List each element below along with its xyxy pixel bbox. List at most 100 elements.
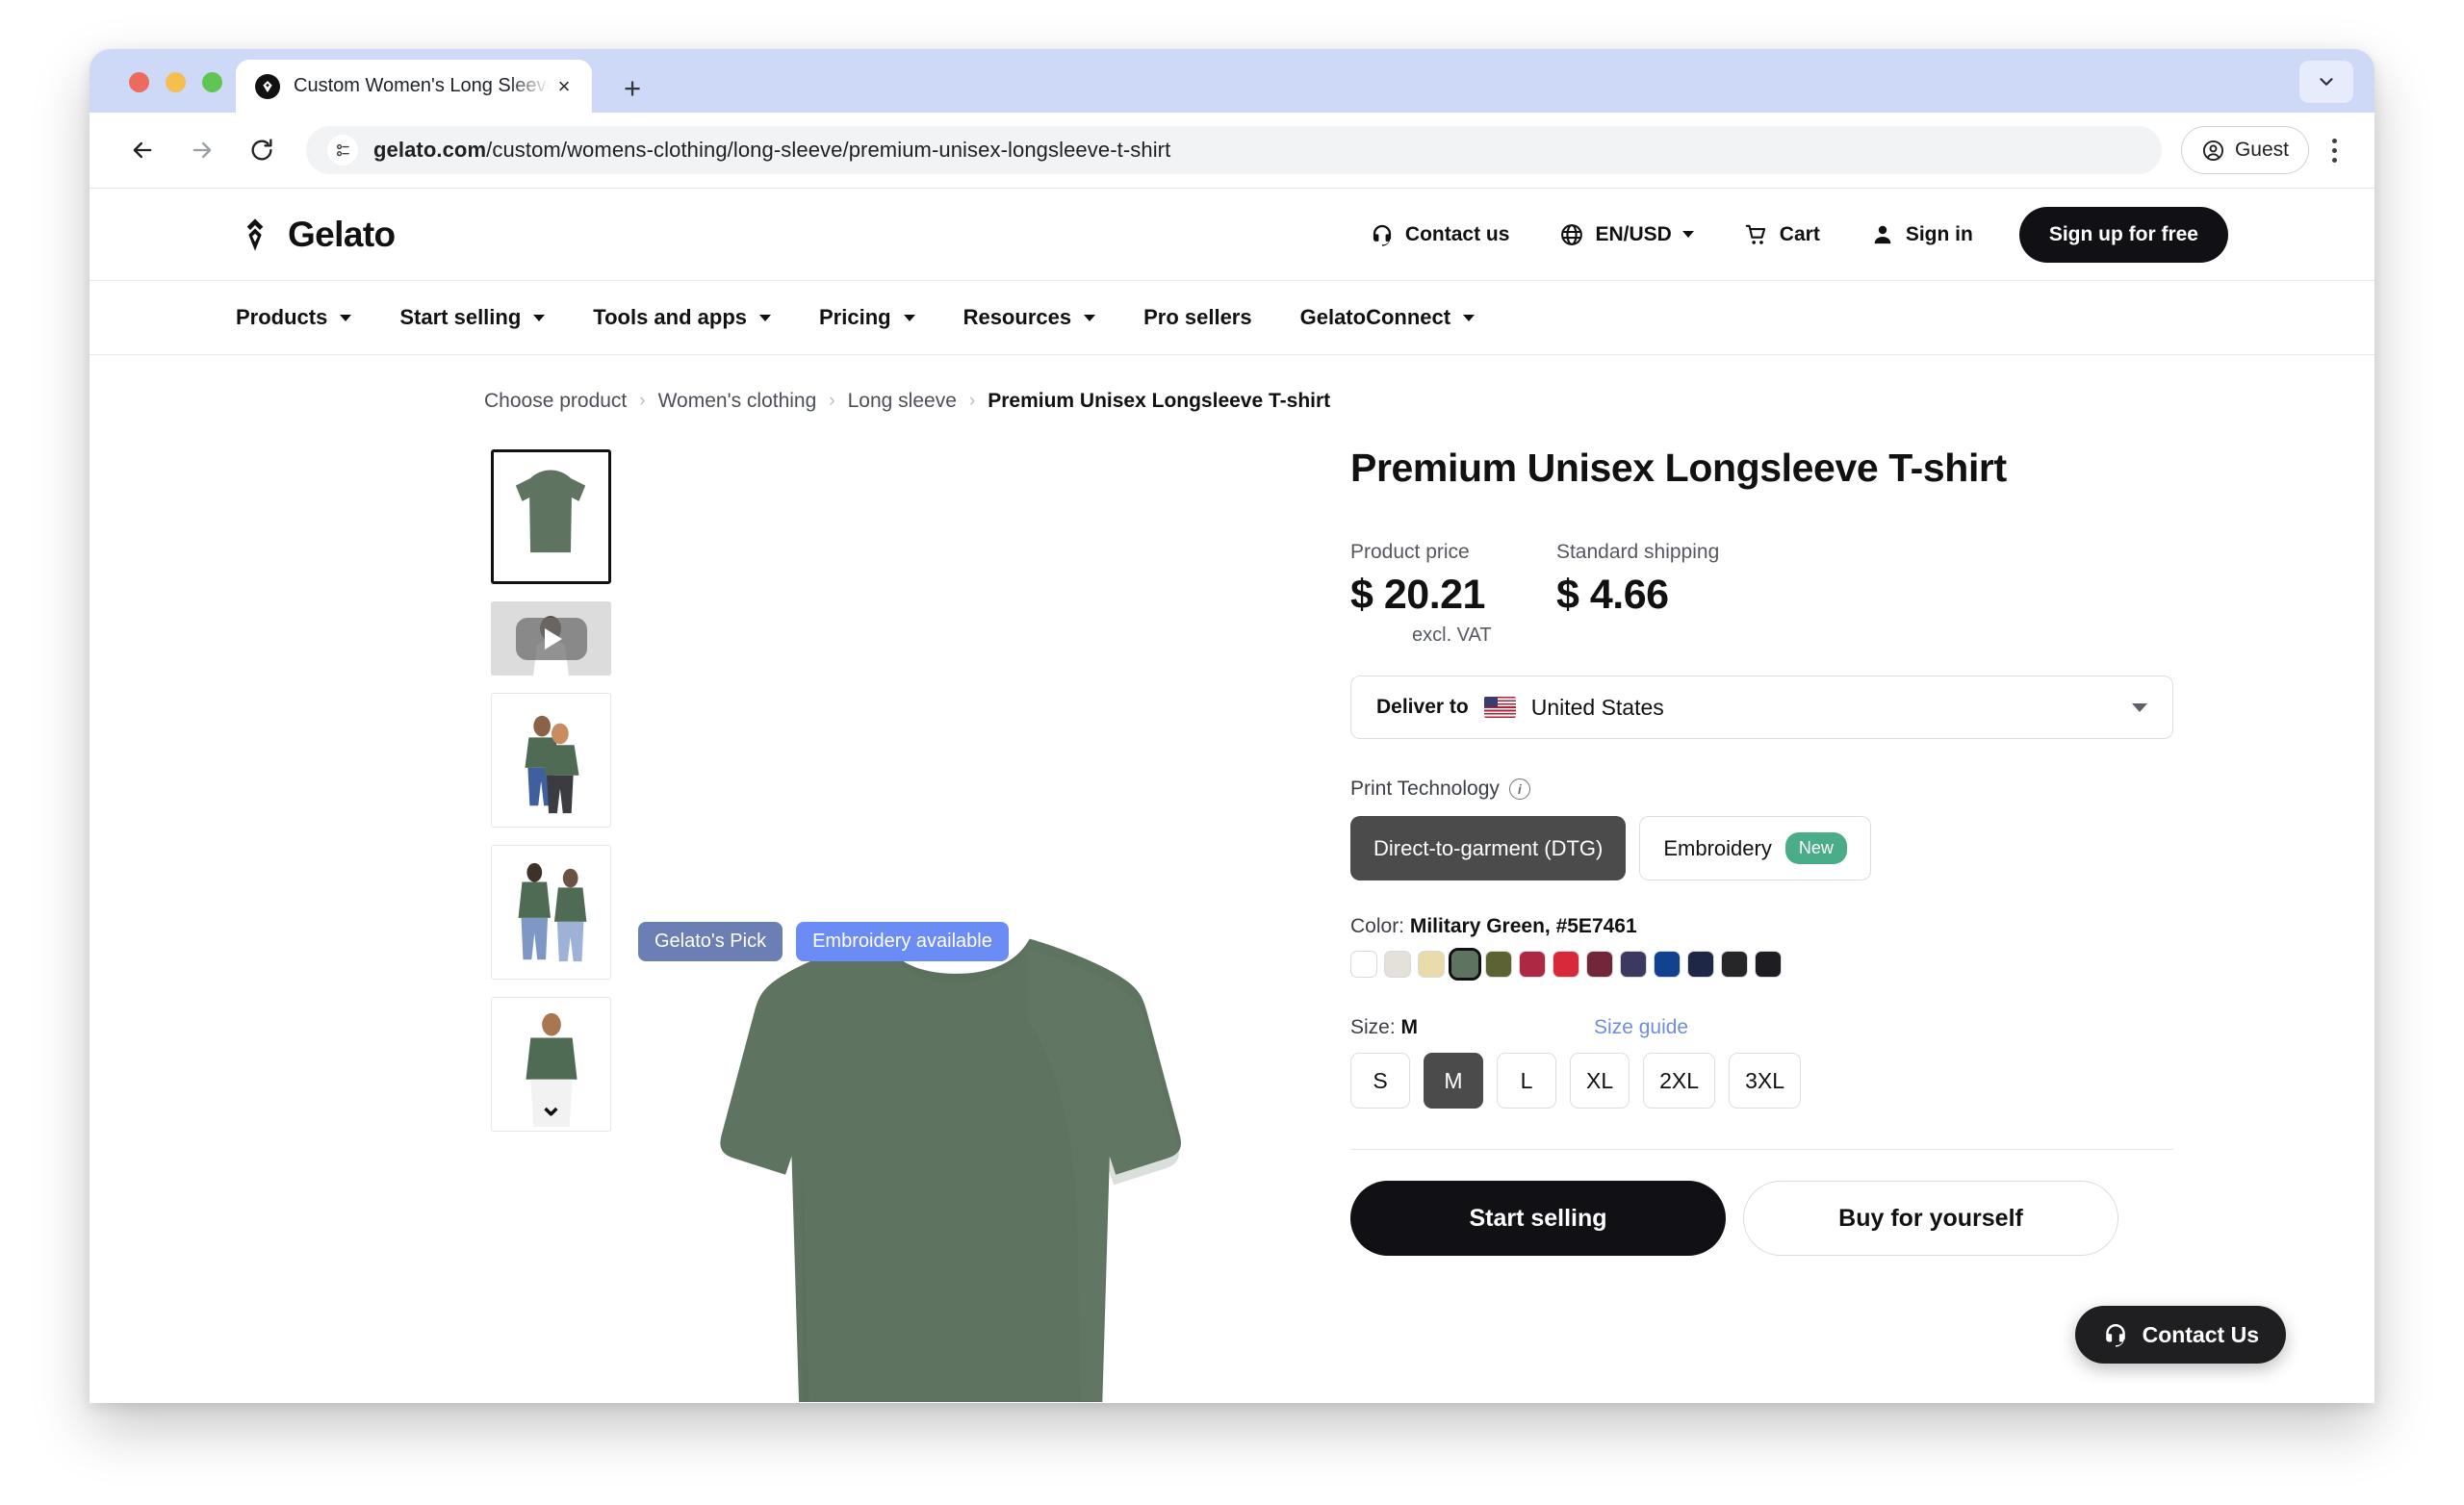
color-swatch-royal-blue[interactable] <box>1654 951 1681 978</box>
close-window-button[interactable] <box>129 72 149 92</box>
print-technology-option-label: Embroidery <box>1663 835 1772 860</box>
back-button[interactable] <box>123 131 162 169</box>
size-option-list: S M L XL 2XL 3XL <box>1350 1053 2217 1109</box>
chevron-down-icon <box>1084 314 1096 321</box>
close-tab-icon[interactable]: × <box>550 72 578 101</box>
sign-up-button[interactable]: Sign up for free <box>2018 206 2228 263</box>
nav-label: Start selling <box>399 305 522 329</box>
person-icon <box>1874 225 1891 243</box>
size-header: Size: M Size guide <box>1350 1016 2173 1039</box>
main-navigation: Products Start selling Tools and apps Pr… <box>90 280 2374 355</box>
size-option-3xl[interactable]: 3XL <box>1729 1053 1802 1109</box>
chevron-down-icon <box>759 314 771 321</box>
contact-us-fab[interactable]: Contact Us <box>2074 1306 2286 1364</box>
size-option-s[interactable]: S <box>1350 1053 1410 1109</box>
print-technology-option-embroidery[interactable]: Embroidery New <box>1639 816 1871 880</box>
thumbnail-video[interactable] <box>491 601 611 676</box>
breadcrumb-item-long-sleeve[interactable]: Long sleeve <box>848 390 957 413</box>
print-technology-option-dtg[interactable]: Direct-to-garment (DTG) <box>1350 816 1627 880</box>
nav-item-resources[interactable]: Resources <box>963 305 1096 330</box>
color-swatch-plum[interactable] <box>1586 951 1613 978</box>
browser-tab-strip: Custom Women's Long Sleeve × + <box>90 49 2374 113</box>
product-badges: Gelato's Pick Embroidery available <box>638 922 1009 961</box>
gelato-logo-icon <box>246 217 264 251</box>
breadcrumb-separator-icon: › <box>829 391 835 411</box>
breadcrumb-item-choose-product[interactable]: Choose product <box>484 390 627 413</box>
forward-button[interactable] <box>183 131 221 169</box>
color-swatch-military-green[interactable] <box>1449 948 1481 981</box>
nav-item-start-selling[interactable]: Start selling <box>399 305 546 330</box>
browser-toolbar: gelato.com/custom/womens-clothing/long-s… <box>90 113 2374 189</box>
breadcrumb-item-womens-clothing[interactable]: Women's clothing <box>658 390 817 413</box>
deliver-to-select[interactable]: Deliver to United States <box>1350 676 2173 739</box>
browser-tab[interactable]: Custom Women's Long Sleeve × <box>236 60 592 113</box>
size-guide-link[interactable]: Size guide <box>1594 1016 1688 1039</box>
address-bar[interactable]: gelato.com/custom/womens-clothing/long-s… <box>306 126 2162 174</box>
color-swatch-black[interactable] <box>1755 951 1782 978</box>
browser-menu-button[interactable] <box>2309 136 2359 165</box>
tab-search-chevron-down-icon[interactable] <box>2299 61 2353 103</box>
product-price-block: Product price $ 20.21 <box>1350 541 1485 619</box>
color-swatch-khaki[interactable] <box>1485 951 1512 978</box>
nav-item-products[interactable]: Products <box>236 305 352 330</box>
headset-icon <box>1373 224 1392 246</box>
window-traffic-lights <box>129 72 222 92</box>
chevron-down-icon <box>1463 314 1476 321</box>
print-technology-options: Direct-to-garment (DTG) Embroidery New <box>1350 816 2217 880</box>
size-option-l[interactable]: L <box>1497 1053 1556 1109</box>
nav-label: Resources <box>962 305 1072 329</box>
size-option-2xl[interactable]: 2XL <box>1643 1053 1716 1109</box>
color-swatch-butter[interactable] <box>1418 951 1445 978</box>
nav-item-tools-and-apps[interactable]: Tools and apps <box>593 305 771 330</box>
new-tab-button[interactable]: + <box>617 72 648 103</box>
color-swatch-red[interactable] <box>1553 951 1579 978</box>
reload-button[interactable] <box>243 131 281 169</box>
thumbnail-flat-lay[interactable] <box>491 449 611 584</box>
gelato-logo[interactable]: Gelato <box>236 215 396 255</box>
gelato-favicon-icon <box>255 73 280 99</box>
header-sign-in[interactable]: Sign in <box>1845 222 1998 247</box>
profile-button[interactable]: Guest <box>2180 126 2309 174</box>
color-label-value: Military Green, #5E7461 <box>1409 915 1637 937</box>
minimize-window-button[interactable] <box>166 72 186 92</box>
breadcrumb-current: Premium Unisex Longsleeve T-shirt <box>988 390 1331 412</box>
header-language-currency[interactable]: EN/USD <box>1534 222 1718 247</box>
nav-item-gelatoconnect[interactable]: GelatoConnect <box>1300 305 1476 330</box>
header-contact-us[interactable]: Contact us <box>1345 222 1535 247</box>
nav-item-pro-sellers[interactable]: Pro sellers <box>1143 305 1252 330</box>
color-swatch-burgundy[interactable] <box>1519 951 1546 978</box>
thumbnail-couple[interactable] <box>491 693 611 828</box>
thumbnail-list: ⌄ <box>491 449 611 1132</box>
size-option-m[interactable]: M <box>1424 1053 1483 1109</box>
page-root: Custom Women's Long Sleeve × + gelato.co… <box>0 0 2464 1505</box>
color-swatch-white[interactable] <box>1350 951 1377 978</box>
start-selling-button[interactable]: Start selling <box>1350 1181 1726 1256</box>
play-icon[interactable] <box>515 617 587 660</box>
account-circle-icon <box>2202 140 2223 161</box>
nav-item-pricing[interactable]: Pricing <box>819 305 915 330</box>
chevron-down-icon <box>2132 702 2147 712</box>
color-swatch-french-navy[interactable] <box>1687 951 1714 978</box>
kebab-icon <box>2331 136 2337 165</box>
header-cart[interactable]: Cart <box>1719 222 1845 247</box>
maximize-window-button[interactable] <box>202 72 222 92</box>
thumbnail-model-closeup[interactable]: ⌄ <box>491 997 611 1132</box>
info-icon[interactable]: i <box>1508 778 1530 800</box>
color-swatch-list <box>1350 948 2217 981</box>
buy-for-yourself-button[interactable]: Buy for yourself <box>1743 1181 2118 1256</box>
site-header: Gelato Contact us EN/USD Cart Sign in Si… <box>90 189 2374 280</box>
print-technology-option-label: Direct-to-garment (DTG) <box>1373 835 1604 860</box>
gallery-scroll-down-icon[interactable]: ⌄ <box>539 1092 563 1121</box>
color-swatch-vintage-white[interactable] <box>1384 951 1411 978</box>
size-option-xl[interactable]: XL <box>1570 1053 1630 1109</box>
price-row: Product price $ 20.21 Standard shipping … <box>1350 541 2217 619</box>
main-product-image[interactable] <box>629 898 1283 1402</box>
color-swatch-purple-navy[interactable] <box>1620 951 1647 978</box>
address-bar-url: gelato.com/custom/womens-clothing/long-s… <box>373 138 1170 163</box>
color-swatch-anthracite[interactable] <box>1721 951 1748 978</box>
nav-label: Pro sellers <box>1143 305 1252 329</box>
product-gallery: ⌄ Gelato's Pick Embroidery available <box>90 436 1283 1402</box>
thumbnail-two-models[interactable] <box>491 845 611 980</box>
badge-embroidery-available: Embroidery available <box>796 922 1009 961</box>
site-settings-icon[interactable] <box>327 135 358 166</box>
